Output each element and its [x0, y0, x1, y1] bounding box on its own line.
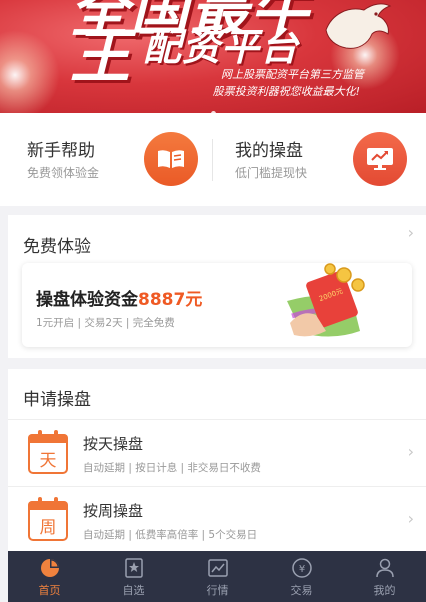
nav-home[interactable]: 首页 — [8, 551, 91, 602]
calendar-day-icon: 天 — [28, 430, 68, 474]
weekly-trading-row[interactable]: 周 按周操盘 自动延期 | 低费率高倍率 | 5个交易日 › — [8, 487, 426, 552]
section-title: 免费体验 — [23, 237, 91, 257]
yen-coin-icon: ¥ — [292, 558, 312, 578]
row-subtitle: 自动延期 | 低费率高倍率 | 5个交易日 — [83, 529, 258, 541]
banner-subtitle-1: 网上股票配资平台第三方监管 — [221, 68, 364, 81]
trial-card-amount: 8887元 — [138, 290, 203, 310]
row-title: 按周操盘 — [83, 502, 144, 520]
my-trading-subtitle: 低门槛提现快 — [235, 166, 308, 180]
nav-label: 交易 — [290, 584, 313, 597]
new-user-help-title: 新手帮助 — [27, 141, 95, 161]
star-bookmark-icon — [125, 558, 143, 578]
nav-label: 首页 — [38, 584, 61, 597]
trial-fund-card[interactable]: 操盘体验资金8887元 1元开启 | 交易2天 | 完全免费 2000元 — [22, 263, 412, 347]
bull-icon — [325, 3, 392, 49]
free-trial-section: 免费体验 › 操盘体验资金8887元 1元开启 | 交易2天 | 完全免费 20… — [8, 215, 426, 358]
trial-card-title: 操盘体验资金8887元 — [36, 285, 202, 310]
my-trading-title: 我的操盘 — [235, 141, 303, 161]
section-title: 申请操盘 — [23, 390, 91, 410]
nav-watchlist[interactable]: 自选 — [92, 551, 175, 602]
trial-card-subtitle: 1元开启 | 交易2天 | 完全免费 — [36, 317, 175, 329]
row-subtitle: 自动延期 | 按日计息 | 非交易日不收费 — [83, 462, 261, 474]
banner-headline: 配资平台 — [143, 25, 300, 69]
promo-banner[interactable]: 全国最牛 王 配资平台 网上股票配资平台第三方监管 股票投资利器祝您收益最大化! — [0, 0, 426, 113]
home-pie-icon — [41, 559, 59, 577]
new-user-help-entry[interactable]: 新手帮助 免费领体验金 — [0, 113, 213, 206]
carousel-indicator — [0, 101, 426, 113]
calendar-week-icon: 周 — [28, 497, 68, 541]
nav-trade[interactable]: ¥ 交易 — [260, 551, 343, 602]
nav-label: 自选 — [122, 584, 145, 597]
trial-card-label: 操盘体验资金 — [36, 290, 138, 310]
chart-screen-icon — [353, 132, 407, 186]
nav-market[interactable]: 行情 — [176, 551, 259, 602]
trend-icon — [208, 559, 228, 577]
daily-trading-row[interactable]: 天 按天操盘 自动延期 | 按日计息 | 非交易日不收费 › — [8, 420, 426, 485]
quick-entries: 新手帮助 免费领体验金 我的操盘 低门槛提现快 — [0, 113, 426, 206]
chevron-right-icon: › — [407, 442, 414, 461]
chevron-right-icon[interactable]: › — [408, 223, 414, 242]
new-user-help-subtitle: 免费领体验金 — [27, 166, 100, 180]
bottom-nav: 首页 自选 行情 ¥ 交易 我的 — [8, 551, 426, 602]
red-envelope-hand-icon: 2000元 — [287, 263, 365, 337]
banner-subtitle-2: 股票投资利器祝您收益最大化! — [212, 85, 360, 98]
row-title: 按天操盘 — [83, 435, 144, 453]
book-icon — [144, 132, 198, 186]
banner-big-char: 王 — [70, 22, 130, 92]
apply-trading-section: 申请操盘 天 按天操盘 自动延期 | 按日计息 | 非交易日不收费 › 周 按周… — [8, 369, 426, 551]
nav-me[interactable]: 我的 — [343, 551, 426, 602]
user-icon — [376, 558, 394, 578]
nav-label: 我的 — [373, 584, 396, 597]
nav-label: 行情 — [206, 584, 229, 597]
svg-text:¥: ¥ — [299, 564, 305, 575]
my-trading-entry[interactable]: 我的操盘 低门槛提现快 — [213, 113, 426, 206]
chevron-right-icon: › — [407, 509, 414, 528]
